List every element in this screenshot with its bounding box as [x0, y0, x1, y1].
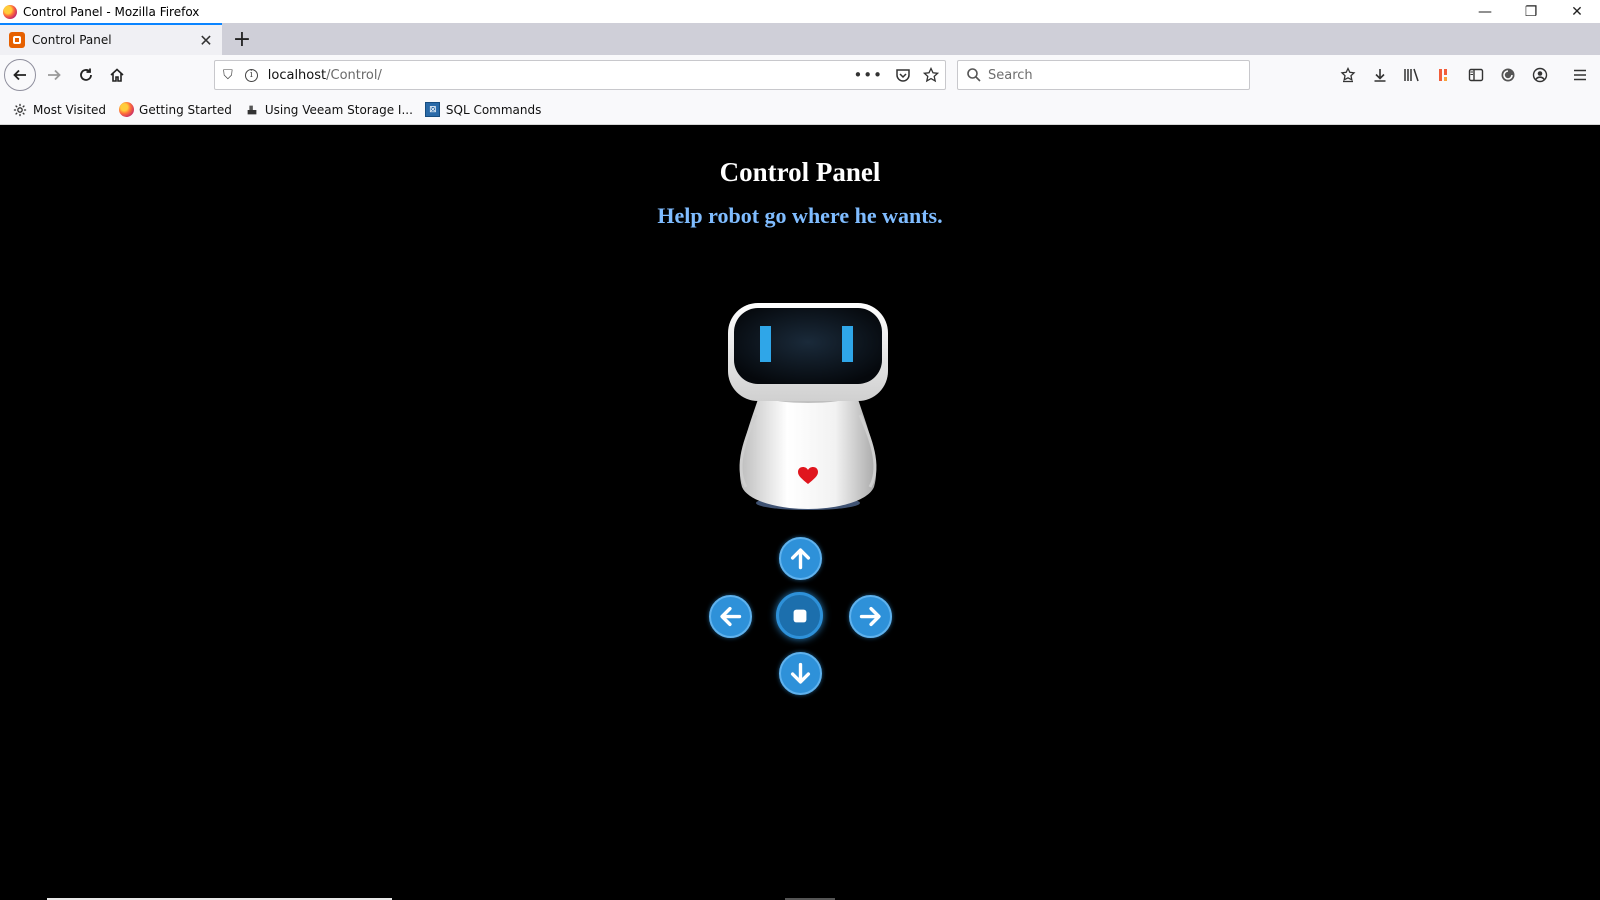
firefox-icon [118, 102, 134, 118]
reload-button[interactable] [70, 59, 102, 91]
stop-button[interactable] [776, 592, 823, 639]
address-bar[interactable]: ⛉ i localhost/Control/ ••• [214, 60, 946, 90]
bookmark-getting-started[interactable]: Getting Started [118, 102, 232, 118]
forward-arrow-icon [48, 69, 61, 81]
robot-image [728, 303, 888, 510]
move-right-button[interactable] [849, 595, 892, 638]
sidebar-icon[interactable] [1464, 63, 1488, 87]
bookmark-label: Using Veeam Storage I... [264, 102, 413, 117]
minimize-button[interactable]: — [1462, 0, 1508, 23]
page-actions-icon[interactable]: ••• [853, 66, 883, 84]
move-left-button[interactable] [709, 595, 752, 638]
robot-left-eye [760, 326, 771, 362]
up-arrow-icon [790, 548, 811, 570]
bookmark-label: SQL Commands [445, 102, 542, 117]
bookmark-sql-commands[interactable]: ⊠ SQL Commands [425, 102, 542, 118]
bookmark-veeam-storage[interactable]: Using Veeam Storage I... [244, 102, 413, 118]
right-arrow-icon [859, 606, 881, 627]
bookmark-star-icon[interactable] [923, 67, 939, 83]
downloads-overflow-icon[interactable] [1336, 63, 1360, 87]
page-title: Control Panel [719, 157, 881, 187]
firefox-logo-icon [3, 4, 17, 19]
library-icon[interactable] [1400, 63, 1424, 87]
close-window-button[interactable]: ✕ [1554, 0, 1600, 23]
downloads-icon[interactable] [1368, 63, 1392, 87]
back-arrow-icon [13, 69, 26, 81]
url-host: localhost [267, 67, 327, 83]
stop-icon [793, 609, 806, 622]
search-icon [967, 68, 981, 82]
page-subtitle: Help robot go where he wants. [657, 203, 943, 228]
bookmark-label: Getting Started [139, 102, 232, 117]
navigation-toolbar: ⛉ i localhost/Control/ ••• [0, 55, 1600, 95]
home-button[interactable] [101, 59, 133, 91]
bookmark-most-visited[interactable]: Most Visited [12, 102, 106, 118]
tab-title: Control Panel [32, 33, 112, 47]
move-up-button[interactable] [779, 537, 822, 580]
veeam-icon [244, 102, 260, 118]
tracking-shield-icon[interactable]: ⛉ [223, 68, 233, 83]
extension-icon[interactable] [1432, 63, 1456, 87]
hamburger-menu-icon[interactable] [1568, 63, 1592, 87]
window-title: Control Panel - Mozilla Firefox [23, 4, 200, 19]
search-input[interactable] [988, 67, 1228, 83]
restore-button[interactable]: ❐ [1508, 0, 1554, 23]
page-content: Control Panel Help robot go where he wan… [0, 125, 1600, 900]
gear-icon [12, 102, 28, 118]
url-path: /Control/ [326, 67, 382, 83]
url-actions: ••• [853, 61, 939, 89]
forward-button[interactable] [38, 59, 70, 91]
url-text[interactable]: localhost/Control/ [268, 68, 382, 83]
back-button[interactable] [4, 59, 36, 91]
down-arrow-icon [790, 662, 811, 684]
tab-close-button[interactable]: ✕ [196, 31, 216, 50]
new-tab-button[interactable]: + [228, 25, 256, 53]
window-titlebar: Control Panel - Mozilla Firefox — ❐ ✕ [0, 0, 1600, 23]
home-icon [110, 68, 124, 82]
account-icon[interactable] [1528, 63, 1552, 87]
move-down-button[interactable] [779, 652, 822, 695]
robot-right-eye [842, 326, 853, 362]
left-arrow-icon [720, 606, 742, 627]
bookmark-label: Most Visited [33, 102, 107, 117]
bookmarks-toolbar: Most Visited Getting Started Using Veeam… [0, 95, 1600, 125]
pocket-icon[interactable] [895, 67, 911, 83]
tab-control-panel[interactable]: Control Panel ✕ [0, 23, 222, 55]
site-info-icon[interactable]: i [244, 68, 258, 82]
tab-favicon-icon [9, 32, 25, 48]
search-bar[interactable] [957, 60, 1250, 90]
firefox-sync-icon[interactable] [1496, 63, 1520, 87]
sql-icon: ⊠ [425, 102, 441, 118]
tab-strip: Control Panel ✕ + [0, 23, 1600, 55]
reload-icon [80, 68, 92, 81]
